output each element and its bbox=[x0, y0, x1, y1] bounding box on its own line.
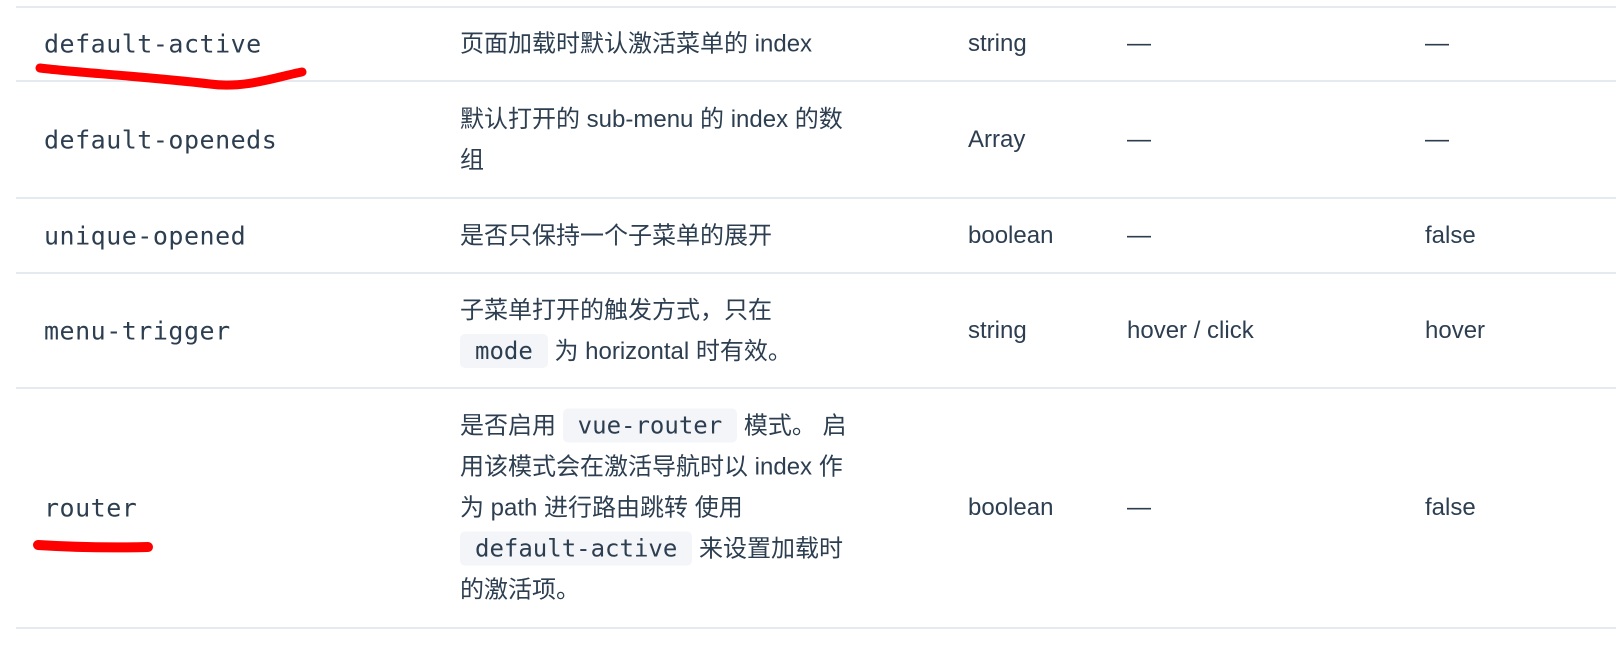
attribute-type: string bbox=[968, 30, 1027, 57]
attribute-description: 是否启用 vue-router 模式。 启 用该模式会在激活导航时以 index… bbox=[460, 406, 920, 611]
attribute-name: menu-trigger bbox=[44, 316, 231, 345]
attribute-type: boolean bbox=[968, 494, 1054, 521]
attribute-options: — bbox=[1127, 221, 1151, 249]
row-divider bbox=[16, 627, 1616, 629]
inline-code: vue-router bbox=[562, 408, 738, 443]
attribute-description: 默认打开的 sub-menu 的 index 的数 组 bbox=[460, 99, 920, 181]
table-row: default-active 页面加载时默认激活菜单的 index string… bbox=[16, 8, 1616, 80]
description-line: 的激活项。 bbox=[460, 576, 580, 604]
attribute-default: — bbox=[1425, 30, 1449, 57]
attribute-type: string bbox=[968, 316, 1027, 344]
table-row: unique-opened 是否只保持一个子菜单的展开 boolean — fa… bbox=[16, 199, 1616, 272]
table-row: default-openeds 默认打开的 sub-menu 的 index 的… bbox=[16, 82, 1616, 197]
attribute-name: router bbox=[44, 493, 138, 523]
inline-code: mode bbox=[460, 333, 548, 368]
description-text: 为 horizontal 时有效。 bbox=[547, 337, 792, 365]
attribute-options: — bbox=[1127, 30, 1151, 57]
attribute-description: 子菜单打开的触发方式，只在 mode 为 horizontal 时有效。 bbox=[460, 290, 920, 372]
description-line: 为 path 进行路由跳转 使用 bbox=[460, 494, 743, 522]
description-line: mode 为 horizontal 时有效。 bbox=[460, 331, 920, 372]
description-line: default-active 来设置加载时 bbox=[460, 529, 920, 570]
description-line: 是否启用 vue-router 模式。 启 bbox=[460, 406, 920, 447]
attribute-name: unique-opened bbox=[44, 221, 247, 250]
description-text: 来设置加载时 bbox=[692, 535, 843, 563]
attribute-name: default-openeds bbox=[44, 125, 278, 154]
description-text: 模式。 启 bbox=[737, 412, 847, 440]
description-line: 子菜单打开的触发方式，只在 bbox=[460, 296, 772, 324]
attribute-description: 是否只保持一个子菜单的展开 bbox=[460, 222, 772, 249]
attribute-description: 页面加载时默认激活菜单的 index bbox=[460, 30, 813, 58]
attribute-type: boolean bbox=[968, 221, 1054, 249]
attributes-table: default-active 页面加载时默认激活菜单的 index string… bbox=[0, 0, 1616, 648]
description-line: 组 bbox=[460, 146, 484, 174]
description-line: 用该模式会在激活导航时以 index 作 bbox=[460, 453, 843, 481]
attribute-name: default-active bbox=[44, 29, 262, 59]
attribute-options: hover / click bbox=[1127, 316, 1254, 344]
attribute-options: — bbox=[1127, 125, 1151, 153]
description-text: 是否启用 bbox=[460, 412, 563, 440]
attribute-options: — bbox=[1127, 494, 1151, 521]
attribute-type: Array bbox=[968, 125, 1026, 153]
attribute-default: — bbox=[1425, 125, 1449, 153]
inline-code: default-active bbox=[460, 531, 693, 566]
description-line: 默认打开的 sub-menu 的 index 的数 bbox=[460, 105, 843, 133]
attribute-default: hover bbox=[1425, 316, 1486, 344]
table-row: router 是否启用 vue-router 模式。 启 用该模式会在激活导航时… bbox=[16, 389, 1616, 627]
table-row: menu-trigger 子菜单打开的触发方式，只在 mode 为 horizo… bbox=[16, 274, 1616, 387]
attribute-default: false bbox=[1425, 494, 1476, 521]
attribute-default: false bbox=[1425, 221, 1476, 249]
